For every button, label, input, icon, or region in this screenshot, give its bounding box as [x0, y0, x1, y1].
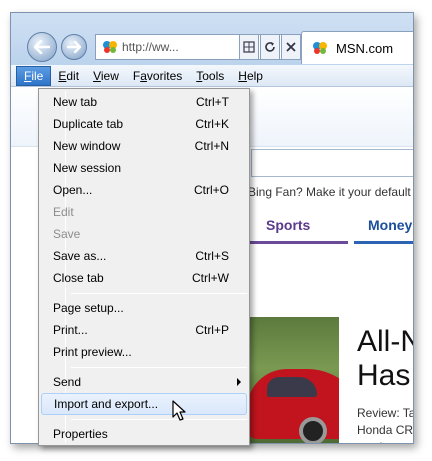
menu-item-print-preview[interactable]: Print preview... [41, 341, 247, 363]
menu-item-save: Save [53, 227, 81, 241]
refresh-button[interactable] [260, 34, 280, 60]
menu-item-new-window[interactable]: New window Ctrl+N [41, 135, 247, 157]
refresh-icon [265, 42, 275, 52]
forward-arrow-icon [67, 41, 81, 53]
tab-msn[interactable]: MSN.com [301, 31, 413, 64]
menu-favorites[interactable]: Favorites [126, 67, 189, 85]
menu-help[interactable]: Help [231, 67, 270, 85]
menu-item-edit: Edit [53, 205, 74, 219]
menu-separator [71, 293, 247, 294]
mouse-pointer-icon [172, 400, 186, 421]
menu-tools[interactable]: Tools [189, 67, 231, 85]
menu-item-print[interactable]: Print... Ctrl+P [41, 319, 247, 341]
compatibility-view-button[interactable] [239, 34, 259, 60]
menu-item-new-session[interactable]: New session [41, 157, 247, 179]
nav-underline [248, 241, 348, 244]
menu-file[interactable]: File [16, 65, 52, 86]
menu-item-properties[interactable]: Properties [41, 423, 247, 445]
nav-money[interactable]: Money [368, 217, 412, 233]
nav-sports[interactable]: Sports [266, 217, 310, 233]
menu-item-new-tab[interactable]: New tab Ctrl+T [41, 91, 247, 113]
file-menu: New tab Ctrl+T Duplicate tab Ctrl+K New wi… [38, 88, 250, 446]
close-icon [286, 42, 296, 52]
page-search-input[interactable] [251, 149, 413, 177]
article-snippet: Review: Ta Honda CR much-need [357, 406, 414, 443]
menu-edit[interactable]: Edit [51, 67, 86, 85]
menu-item-open[interactable]: Open... Ctrl+O [41, 179, 247, 201]
navigation-bar: http://ww... MSN.com [11, 13, 413, 65]
menu-separator [71, 367, 247, 368]
menu-view[interactable]: View [86, 67, 126, 85]
page-nav-tabs: Sports Money [248, 217, 413, 244]
back-button[interactable] [27, 32, 57, 62]
menu-item-duplicate-tab[interactable]: Duplicate tab Ctrl+K [41, 113, 247, 135]
bing-promo-link[interactable]: Bing Fan? Make it your default [248, 185, 411, 199]
menu-item-send[interactable]: Send [41, 371, 247, 393]
menu-separator [71, 419, 247, 420]
back-arrow-icon [34, 40, 50, 54]
menu-item-import-export[interactable]: Import and export... [41, 393, 247, 415]
menu-item-close-tab[interactable]: Close tab Ctrl+W [41, 267, 247, 289]
menu-item-save-as[interactable]: Save as... Ctrl+S [41, 245, 247, 267]
article-headline[interactable]: All-N Has [357, 325, 413, 393]
menu-bar: File Edit View Favorites Tools Help [11, 65, 413, 87]
article-photo[interactable] [241, 317, 339, 443]
menu-item-page-setup[interactable]: Page setup... [41, 297, 247, 319]
tab-title: MSN.com [336, 40, 394, 56]
nav-underline [354, 241, 413, 244]
msn-butterfly-icon [313, 42, 327, 54]
submenu-arrow-icon [237, 378, 241, 386]
msn-butterfly-icon [103, 41, 117, 53]
compatibility-view-icon [243, 41, 255, 53]
forward-button[interactable] [61, 34, 87, 60]
red-car-image [247, 369, 339, 443]
stop-button[interactable] [281, 34, 301, 60]
